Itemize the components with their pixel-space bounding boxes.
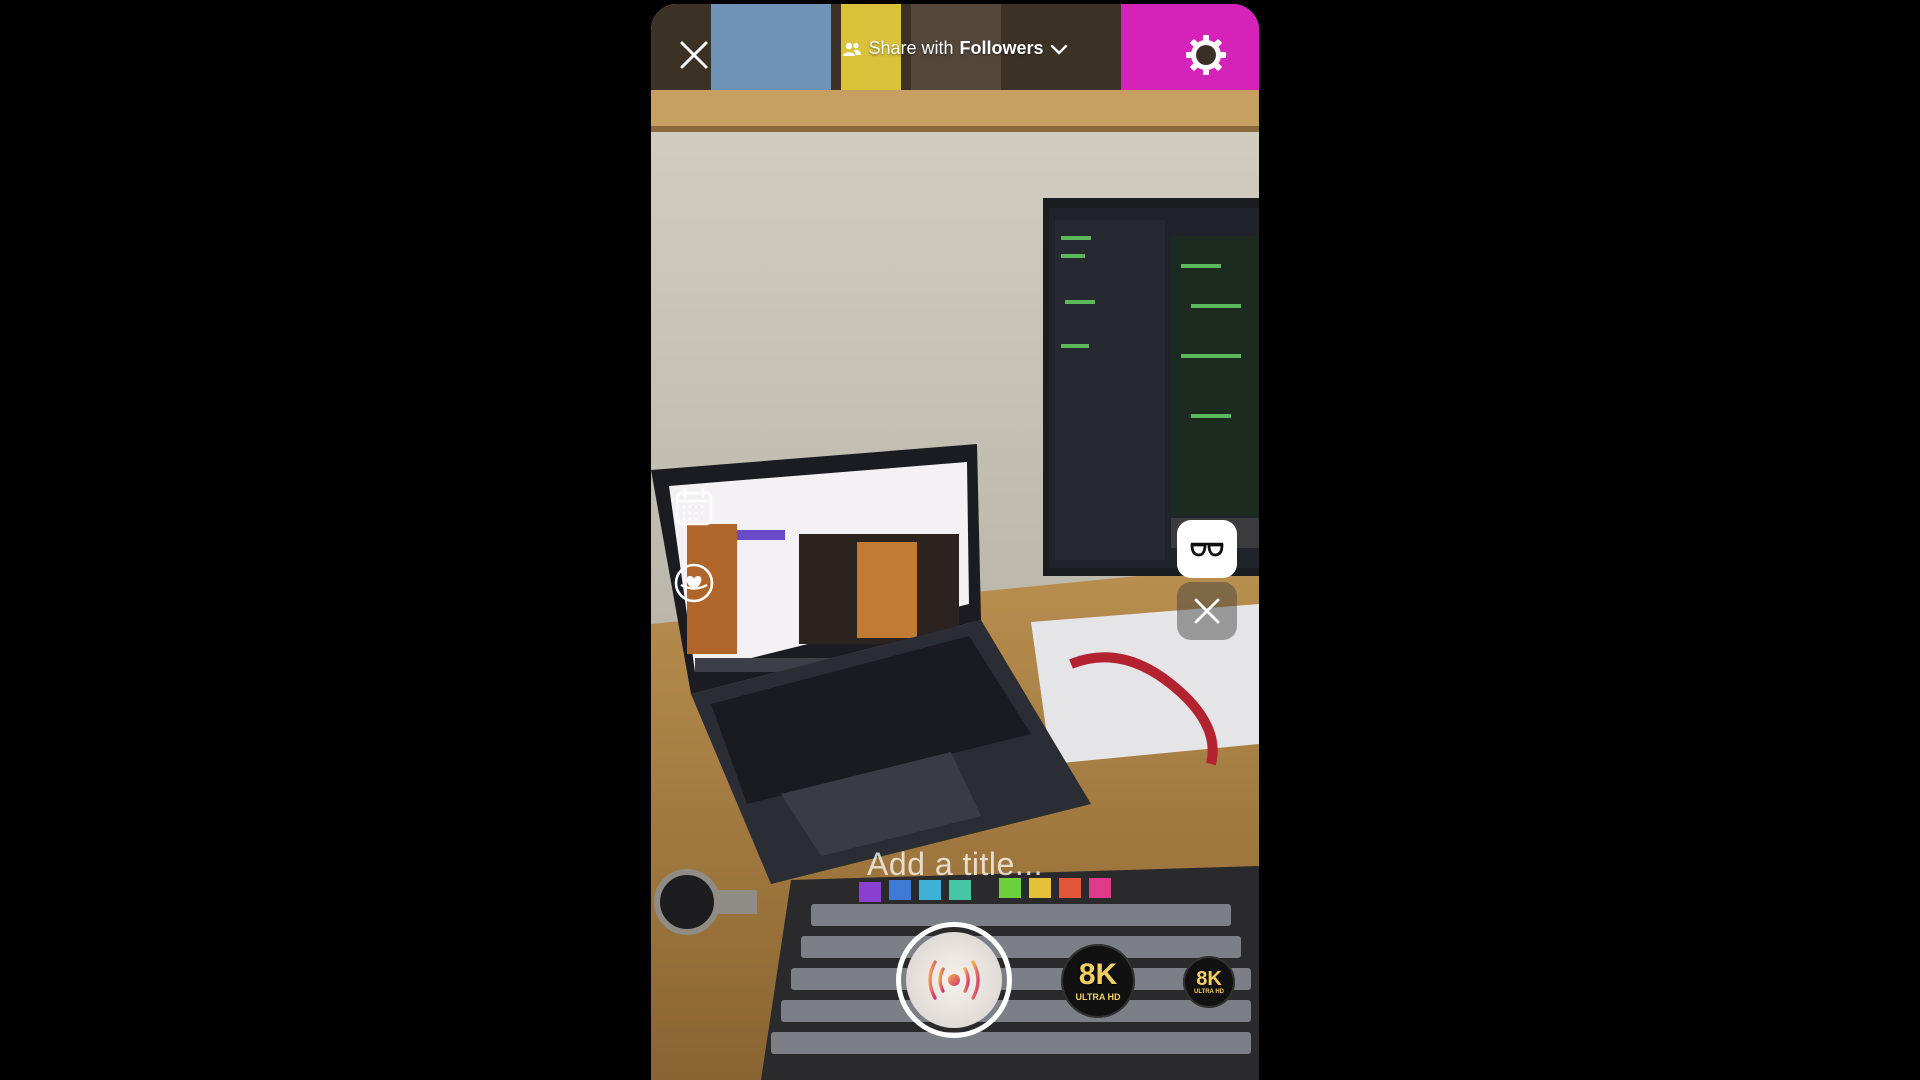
heart-badge-icon xyxy=(674,563,714,603)
effect-sublabel: ULTRA HD xyxy=(1075,992,1121,1002)
share-prefix: Share with xyxy=(868,38,954,58)
effect-label: 8K xyxy=(1078,958,1118,991)
schedule-button[interactable] xyxy=(671,484,717,530)
effect-label: 8K xyxy=(1196,968,1222,990)
gear-icon xyxy=(1186,35,1226,75)
go-live-button[interactable] xyxy=(896,922,1012,1038)
effect-sublabel: ULTRA HD xyxy=(1194,989,1224,995)
share-audience: Followers xyxy=(959,38,1044,58)
remove-effect-button[interactable] xyxy=(1177,582,1237,640)
share-audience-selector[interactable]: Share with Followers xyxy=(651,38,1259,59)
glasses-icon xyxy=(1190,542,1224,557)
live-camera-screen: Share with Followers Add a title... 8K U… xyxy=(651,4,1259,1080)
followers-icon xyxy=(843,42,862,56)
settings-button[interactable] xyxy=(1183,32,1229,78)
fundraiser-button[interactable] xyxy=(671,560,717,606)
chevron-down-icon xyxy=(1050,44,1067,55)
effect-8k[interactable]: 8K ULTRA HD xyxy=(1183,956,1235,1008)
glasses-effect-button[interactable] xyxy=(1177,520,1237,578)
calendar-icon xyxy=(675,487,713,526)
go-live-button-face xyxy=(906,932,1002,1028)
live-title-input[interactable]: Add a title... xyxy=(651,846,1259,883)
broadcast-icon xyxy=(928,960,980,1000)
title-placeholder: Add a title... xyxy=(867,846,1043,882)
effect-8k-selected[interactable]: 8K ULTRA HD xyxy=(1061,944,1135,1018)
close-icon xyxy=(1194,598,1220,624)
camera-preview xyxy=(651,4,1259,1080)
